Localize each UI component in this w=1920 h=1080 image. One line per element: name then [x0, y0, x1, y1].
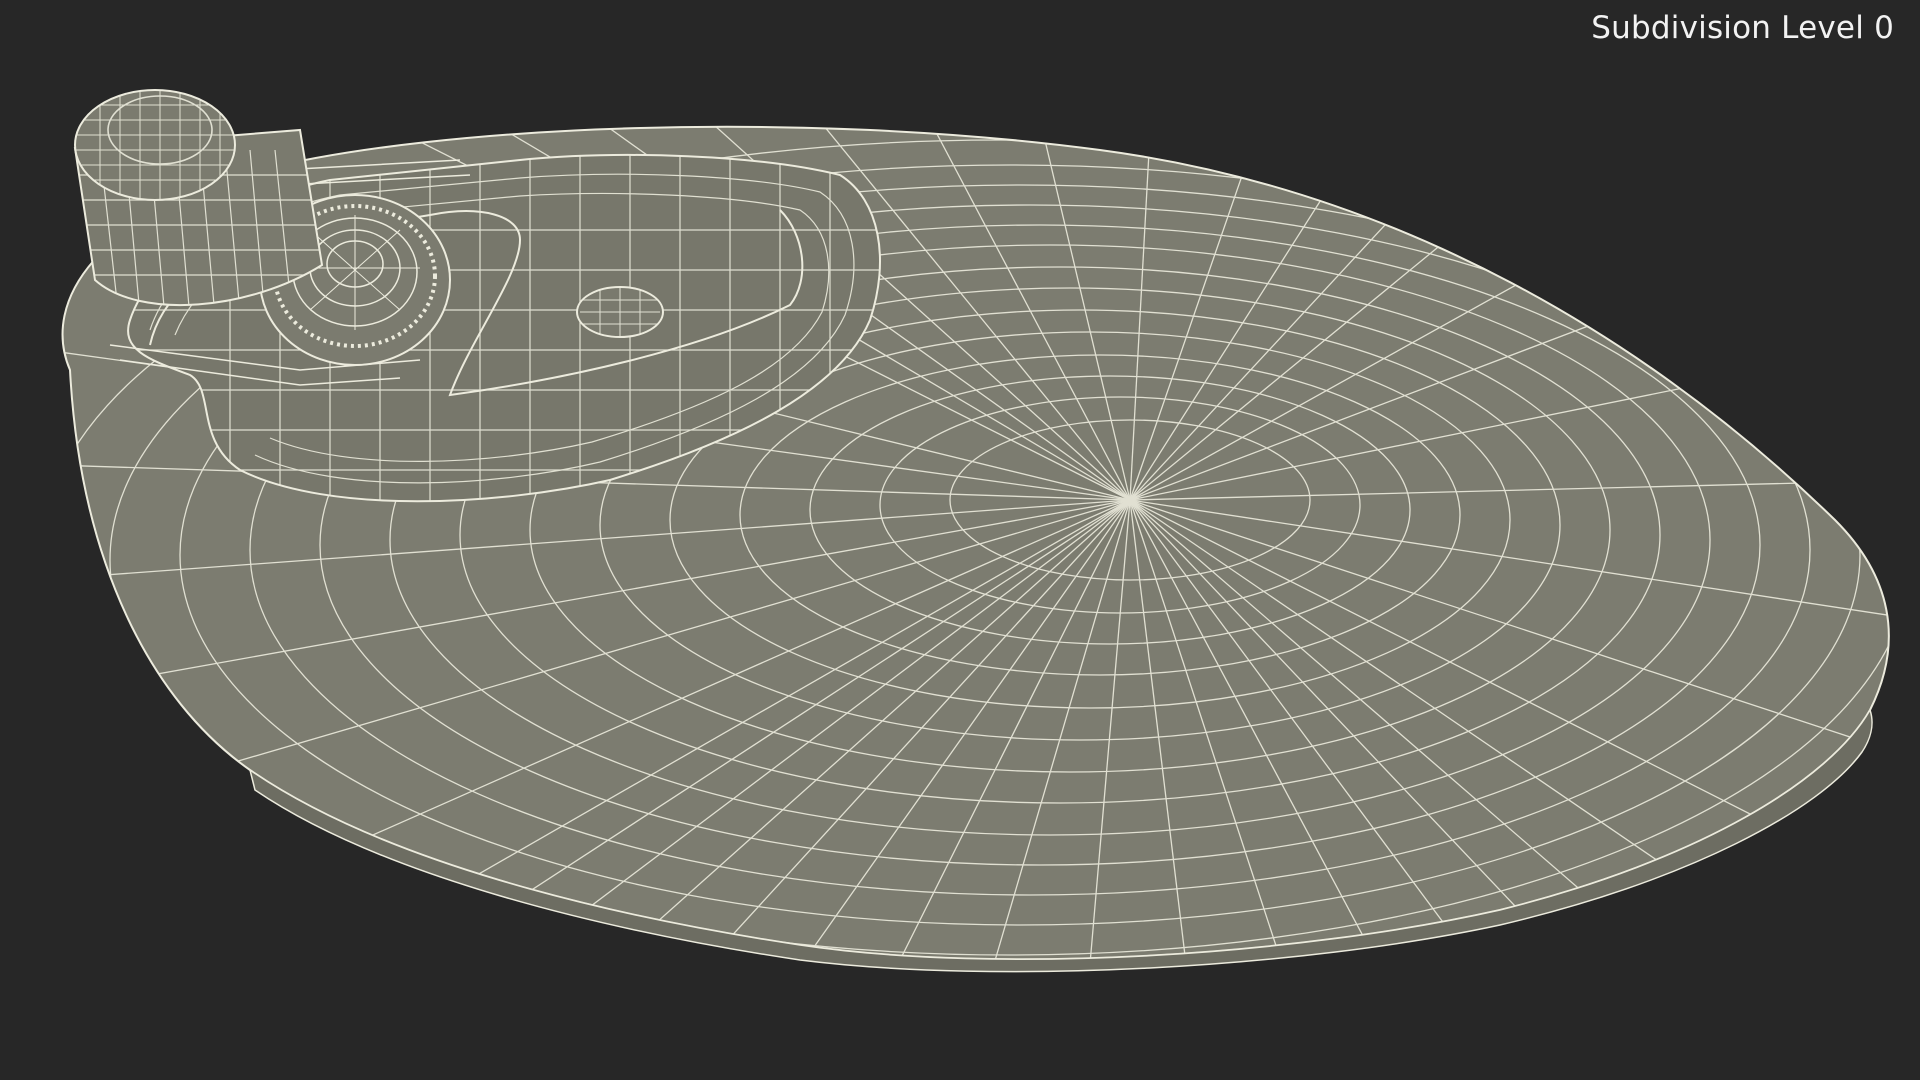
subdivision-level-label: Subdivision Level 0 — [1591, 10, 1894, 46]
knob-top-face — [74, 89, 236, 201]
wireframe-model-render — [61, 89, 1890, 973]
viewport[interactable]: Subdivision Level 0 — [0, 0, 1920, 1080]
